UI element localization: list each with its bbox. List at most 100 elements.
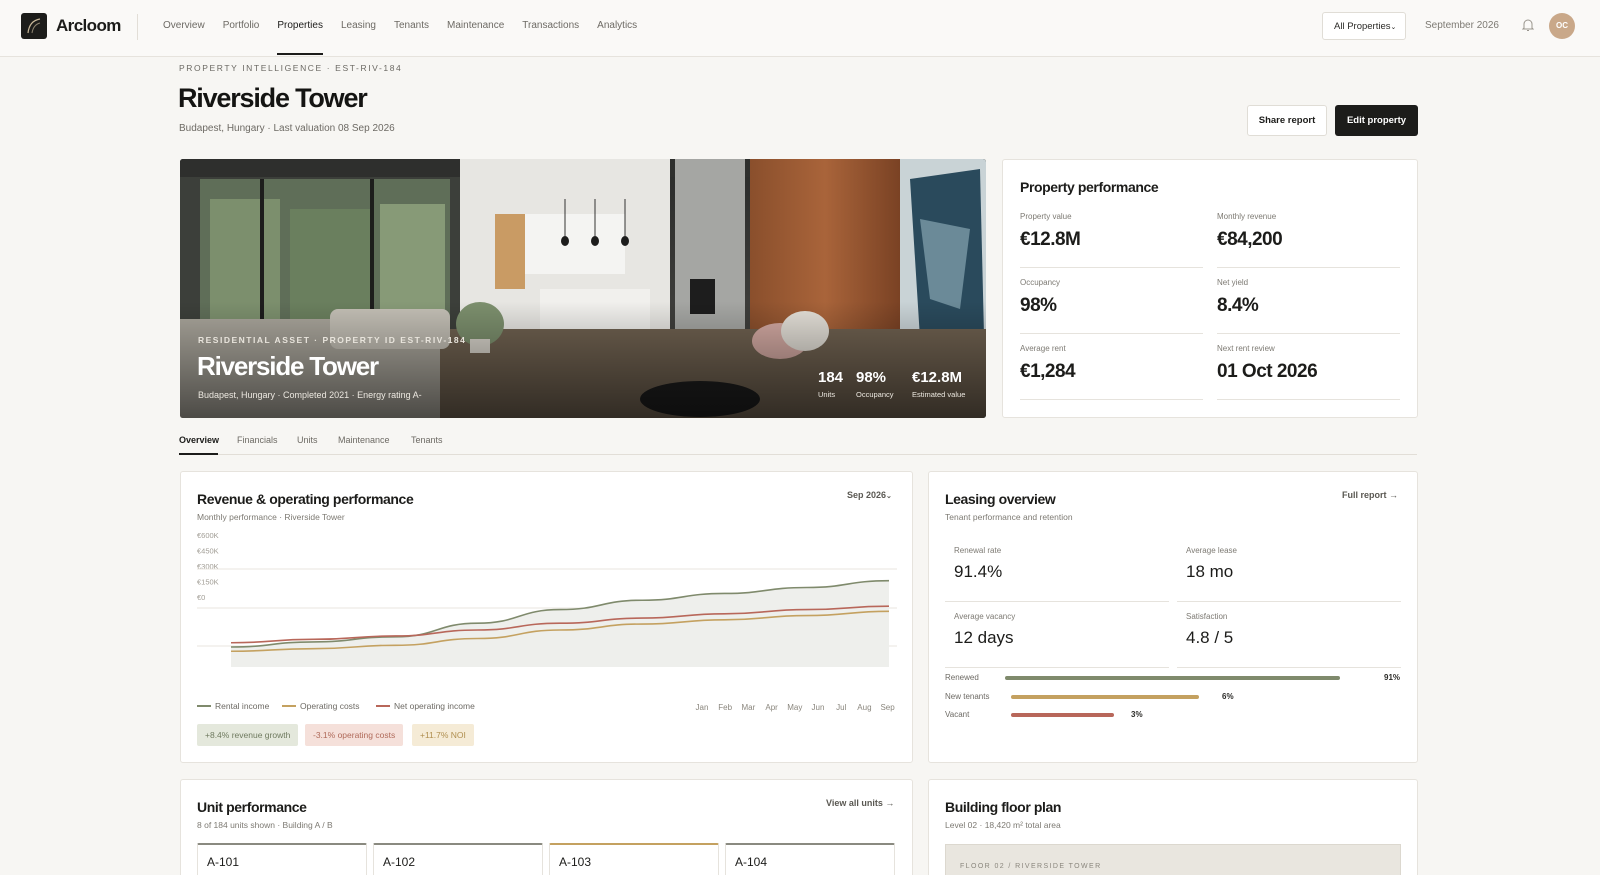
full-report-link[interactable]: Full report → <box>1342 490 1398 500</box>
nav-item-tenants[interactable]: Tenants <box>394 0 429 57</box>
hero-stat-units: 184 Units <box>818 369 843 399</box>
legend-swatch <box>282 705 296 707</box>
nav-item-analytics[interactable]: Analytics <box>597 0 637 57</box>
revenue-line-chart: €600K €450K €300K €150K €0 Jan Feb Mar Apr May Jun… <box>197 531 897 712</box>
metric-average-rent: Average rent €1,284 <box>1020 344 1203 400</box>
property-filter-select[interactable]: All Properties⌄ <box>1322 12 1406 40</box>
floor-plan-label: FLOOR 02 / RIVERSIDE TOWER <box>960 863 1102 870</box>
hero-stat-label: Occupancy <box>856 390 894 399</box>
legend-noi: Net operating income <box>376 701 475 711</box>
card-title: Building floor plan <box>945 799 1062 815</box>
edit-property-button[interactable]: Edit property <box>1335 105 1418 136</box>
metric-value: 8.4% <box>1217 295 1259 316</box>
unit-number: A-104 <box>735 855 768 869</box>
metric-occupancy: Occupancy 98% <box>1020 278 1203 334</box>
revenue-performance-card: Revenue & operating performance Monthly … <box>180 471 913 763</box>
metric-value: €12.8M <box>1020 229 1081 250</box>
app-name[interactable]: Arcloom <box>56 16 121 36</box>
nav-item-properties[interactable]: Properties <box>277 0 323 57</box>
metric-renewal-rate: Renewal rate 91.4% <box>945 546 1169 602</box>
metric-label: Next rent review <box>1217 344 1275 353</box>
tab-overview[interactable]: Overview <box>179 435 219 445</box>
hero-stat-label: Units <box>818 390 836 399</box>
metric-value: 91.4% <box>954 562 1003 581</box>
bar-value-new-tenants: 6% <box>1222 692 1234 701</box>
card-title: Revenue & operating performance <box>197 491 414 507</box>
badge-operating-costs: -3.1% operating costs <box>305 724 404 746</box>
property-hero-image: RESIDENTIAL ASSET · PROPERTY ID EST-RIV-… <box>180 159 986 418</box>
metric-average-vacancy: Average vacancy 12 days <box>945 612 1169 668</box>
x-tick-label: Jan <box>696 703 709 712</box>
card-title: Property performance <box>1020 179 1159 195</box>
bar-renewed <box>1005 676 1340 680</box>
tab-financials[interactable]: Financials <box>237 435 278 445</box>
chevron-down-icon: ⌄ <box>1390 24 1397 31</box>
unit-card-a101[interactable]: A-101 <box>197 843 367 875</box>
nav-divider <box>137 14 138 40</box>
badge-noi: +11.7% NOI <box>412 724 474 746</box>
nav-item-leasing[interactable]: Leasing <box>341 0 376 57</box>
metric-label: Average lease <box>1186 546 1237 555</box>
date-label[interactable]: September 2026 <box>1425 20 1499 31</box>
hero-subtitle: Budapest, Hungary · Completed 2021 · Ene… <box>198 390 422 400</box>
hero-stat-value: 98% <box>856 369 887 386</box>
y-tick-label: €600K <box>197 531 219 540</box>
active-tab-indicator <box>179 453 218 455</box>
property-filter-value: All Properties <box>1334 21 1391 32</box>
unit-number: A-101 <box>207 855 240 869</box>
metric-average-lease: Average lease 18 mo <box>1177 546 1401 602</box>
metric-property-value: Property value €12.8M <box>1020 212 1203 268</box>
tab-units[interactable]: Units <box>297 435 318 445</box>
unit-card-a104[interactable]: A-104 <box>725 843 895 875</box>
bar-label-vacant: Vacant <box>945 710 970 719</box>
x-tick-label: Feb <box>718 703 732 712</box>
hero-stat-value: €12.8M <box>912 369 963 386</box>
x-tick-label: Jul <box>836 703 846 712</box>
share-report-button[interactable]: Share report <box>1247 105 1327 136</box>
hero-stat-value-estimate: €12.8M Estimated value <box>912 369 965 399</box>
metric-value: 4.8 / 5 <box>1186 628 1234 647</box>
hero-stat-label: Estimated value <box>912 390 966 399</box>
tab-tenants[interactable]: Tenants <box>411 435 443 445</box>
bar-value-renewed: 91% <box>1384 673 1401 682</box>
y-tick-label: €0 <box>197 593 205 602</box>
unit-card-a103[interactable]: A-103 <box>549 843 719 875</box>
y-tick-label: €450K <box>197 547 219 556</box>
metric-value: 12 days <box>954 628 1014 647</box>
metric-net-yield: Net yield 8.4% <box>1217 278 1400 334</box>
tab-maintenance[interactable]: Maintenance <box>338 435 390 445</box>
floor-plan-canvas[interactable]: FLOOR 02 / RIVERSIDE TOWER <box>945 844 1401 875</box>
metric-label: Monthly revenue <box>1217 212 1277 221</box>
y-tick-label: €300K <box>197 562 219 571</box>
card-title: Leasing overview <box>945 491 1056 507</box>
nav-item-transactions[interactable]: Transactions <box>522 0 579 57</box>
view-all-units-link[interactable]: View all units → <box>826 798 894 808</box>
card-subtitle: Monthly performance · Riverside Tower <box>197 512 345 522</box>
unit-number: A-102 <box>383 855 416 869</box>
property-performance-card: Property performance Property value €12.… <box>1002 159 1418 418</box>
metric-value: 18 mo <box>1186 562 1234 581</box>
avatar[interactable]: OC <box>1549 13 1575 39</box>
legend-label: Rental income <box>215 701 270 711</box>
hero-stat-occupancy: 98% Occupancy <box>856 369 894 399</box>
metric-value: 98% <box>1020 295 1057 316</box>
card-subtitle: 8 of 184 units shown · Building A / B <box>197 820 333 830</box>
leasing-overview-card: Leasing overview Tenant performance and … <box>928 471 1418 763</box>
nav-item-portfolio[interactable]: Portfolio <box>223 0 260 57</box>
building-floor-plan-card: Building floor plan Level 02 · 18,420 m²… <box>928 779 1418 875</box>
nav-item-maintenance[interactable]: Maintenance <box>447 0 504 57</box>
x-tick-label: Jun <box>812 703 825 712</box>
period-value: Sep 2026 <box>847 490 887 500</box>
metric-label: Renewal rate <box>954 546 1002 555</box>
metric-satisfaction: Satisfaction 4.8 / 5 <box>1177 612 1401 668</box>
metric-next-rent-review: Next rent review 01 Oct 2026 <box>1217 344 1400 400</box>
bar-label-new-tenants: New tenants <box>945 692 990 701</box>
period-select[interactable]: Sep 2026⌄ <box>847 490 892 500</box>
unit-card-a102[interactable]: A-102 <box>373 843 543 875</box>
x-tick-label: Apr <box>765 703 778 712</box>
metric-label: Occupancy <box>1020 278 1061 287</box>
nav-item-overview[interactable]: Overview <box>163 0 205 57</box>
bell-icon[interactable] <box>1521 18 1535 37</box>
legend-swatch <box>197 705 211 707</box>
arcloom-logo-icon[interactable] <box>21 13 47 39</box>
